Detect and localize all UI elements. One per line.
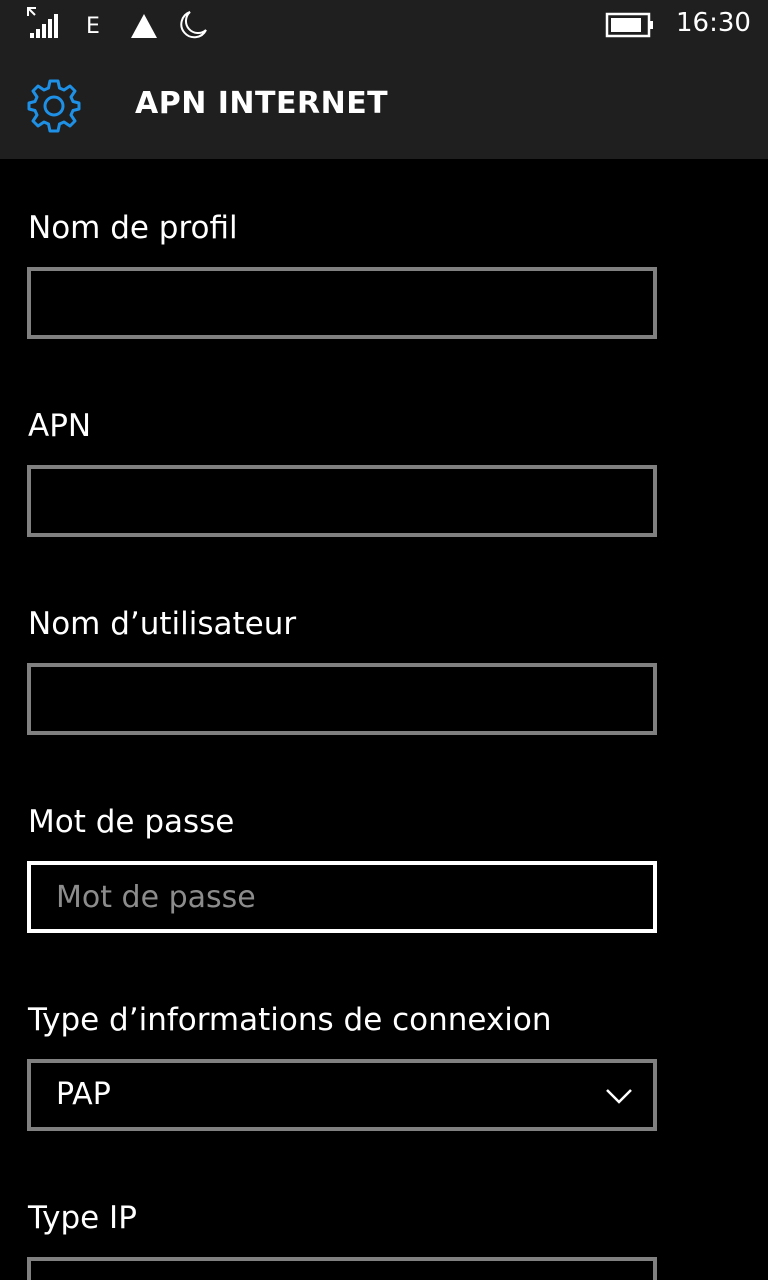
moon-icon [180,11,207,39]
username-label: Nom d’utilisateur [28,606,297,642]
username-field[interactable] [27,663,657,735]
auth-type-label: Type d’informations de connexion [28,1002,552,1038]
username-input[interactable] [31,667,653,731]
gear-icon [27,79,81,133]
battery-icon [605,12,653,38]
password-label: Mot de passe [28,804,235,840]
chevron-down-icon [606,1089,632,1104]
ip-type-dropdown[interactable] [27,1257,657,1280]
apn-field[interactable] [27,465,657,537]
auth-type-dropdown[interactable]: PAP [27,1059,657,1131]
wifi-icon [131,14,157,38]
clock: 16:30 [676,8,751,38]
profile-name-label: Nom de profil [28,210,238,246]
apn-label: APN [28,408,92,444]
apn-settings-screen: E 16:30 APN INTERNET Nom de profil APN N… [0,0,768,1280]
profile-name-field[interactable] [27,267,657,339]
signal-icon [27,7,58,38]
auth-type-selected-value: PAP [56,1077,111,1112]
password-field[interactable] [27,861,657,933]
apn-input[interactable] [31,469,653,533]
password-input[interactable] [31,865,653,929]
status-bar: E 16:30 [0,0,768,52]
profile-name-input[interactable] [31,271,653,335]
page-header: APN INTERNET [0,52,768,159]
network-type-label: E [86,14,100,39]
ip-type-label: Type IP [28,1200,137,1236]
page-title: APN INTERNET [135,86,389,121]
